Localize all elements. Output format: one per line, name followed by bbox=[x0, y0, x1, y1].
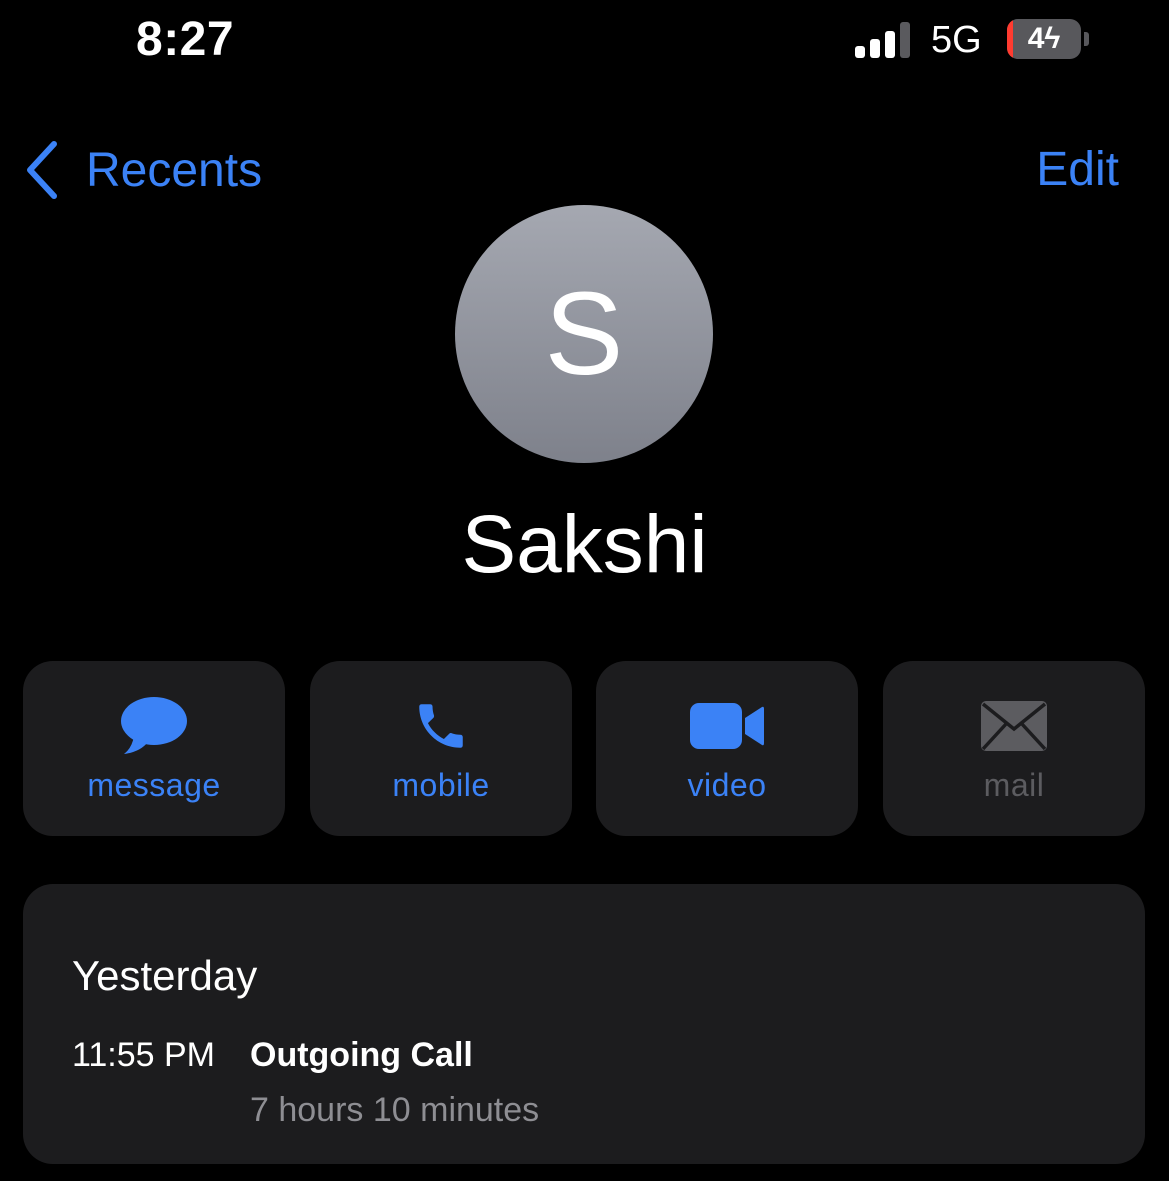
network-type: 5G bbox=[931, 19, 982, 61]
video-label: video bbox=[687, 767, 767, 803]
avatar-initial: S bbox=[544, 268, 624, 400]
call-duration: 7 hours 10 minutes bbox=[250, 1091, 540, 1129]
envelope-icon bbox=[981, 701, 1047, 751]
mail-label: mail bbox=[983, 767, 1045, 803]
call-history-card: Yesterday 11:55 PM Outgoing Call 7 hours… bbox=[23, 884, 1145, 1164]
mobile-call-button[interactable]: mobile bbox=[310, 661, 572, 836]
call-time: 11:55 PM bbox=[72, 1036, 216, 1074]
message-label: message bbox=[87, 767, 221, 803]
message-bubble-icon bbox=[121, 697, 187, 754]
video-call-button[interactable]: video bbox=[596, 661, 858, 836]
battery-level: 4ϟ bbox=[1007, 19, 1081, 59]
back-label: Recents bbox=[86, 143, 263, 197]
phone-icon bbox=[419, 704, 463, 748]
battery-nub bbox=[1084, 32, 1089, 46]
edit-button[interactable]: Edit bbox=[1036, 140, 1119, 200]
avatar: S bbox=[455, 205, 713, 463]
battery-charging-icon: 4ϟ bbox=[1007, 19, 1081, 59]
charging-bolt-icon: ϟ bbox=[1044, 22, 1061, 55]
status-time: 8:27 bbox=[136, 13, 235, 66]
back-button[interactable]: Recents bbox=[22, 140, 262, 200]
history-date: Yesterday bbox=[72, 952, 258, 999]
battery-level-value: 4 bbox=[1027, 22, 1045, 55]
video-camera-icon bbox=[690, 703, 764, 749]
contact-name: Sakshi bbox=[461, 499, 708, 590]
message-button[interactable]: message bbox=[23, 661, 285, 836]
cellular-signal-icon bbox=[855, 22, 911, 58]
chevron-left-icon bbox=[27, 141, 57, 199]
action-buttons: message mobile video mail bbox=[23, 661, 1145, 836]
call-type: Outgoing Call bbox=[250, 1036, 473, 1074]
mobile-label: mobile bbox=[392, 767, 490, 803]
mail-button[interactable]: mail bbox=[883, 661, 1145, 836]
